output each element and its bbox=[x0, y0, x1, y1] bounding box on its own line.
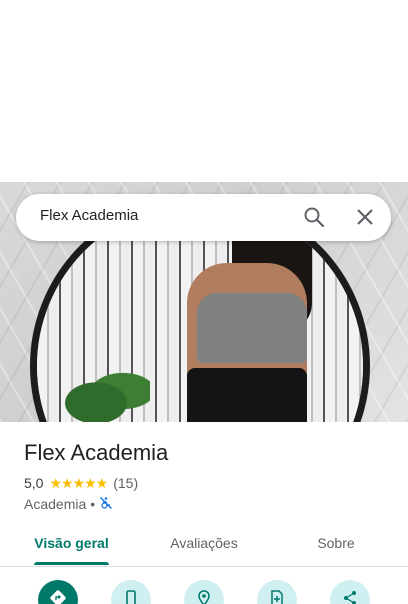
rating-row[interactable]: 5,0 ★★★★★ (15) bbox=[24, 474, 138, 492]
rating-stars: ★★★★★ bbox=[49, 474, 108, 491]
tab-bar: Visão geral Avaliações Sobre bbox=[0, 527, 408, 567]
search-icon[interactable] bbox=[302, 205, 326, 229]
share-icon bbox=[342, 590, 358, 604]
active-tab-indicator bbox=[34, 562, 109, 565]
place-title: Flex Academia bbox=[24, 440, 169, 465]
separator-dot: • bbox=[90, 496, 96, 512]
share-button[interactable] bbox=[330, 580, 370, 604]
tab-about[interactable]: Sobre bbox=[314, 527, 358, 567]
tab-overview[interactable]: Visão geral bbox=[34, 527, 109, 567]
plant-left bbox=[60, 367, 150, 422]
save-location-button[interactable] bbox=[184, 580, 224, 604]
location-save-icon bbox=[196, 589, 212, 604]
phone-icon bbox=[123, 589, 139, 604]
add-document-button[interactable] bbox=[257, 580, 297, 604]
directions-icon bbox=[49, 589, 67, 604]
place-category: Academia bbox=[24, 496, 87, 512]
person-sports-top bbox=[197, 293, 307, 363]
search-query[interactable]: Flex Academia bbox=[40, 207, 138, 224]
category-row: Academia • bbox=[24, 495, 113, 513]
add-document-icon bbox=[269, 589, 285, 604]
directions-button[interactable] bbox=[38, 580, 78, 604]
rating-value: 5,0 bbox=[24, 475, 44, 491]
person-leggings bbox=[187, 368, 307, 422]
review-count[interactable]: (15) bbox=[113, 475, 138, 491]
search-bar[interactable]: Flex Academia bbox=[16, 194, 391, 241]
call-button[interactable] bbox=[111, 580, 151, 604]
tab-reviews[interactable]: Avaliações bbox=[166, 527, 242, 567]
close-icon[interactable] bbox=[353, 205, 377, 229]
no-wheelchair-icon[interactable] bbox=[99, 496, 113, 513]
